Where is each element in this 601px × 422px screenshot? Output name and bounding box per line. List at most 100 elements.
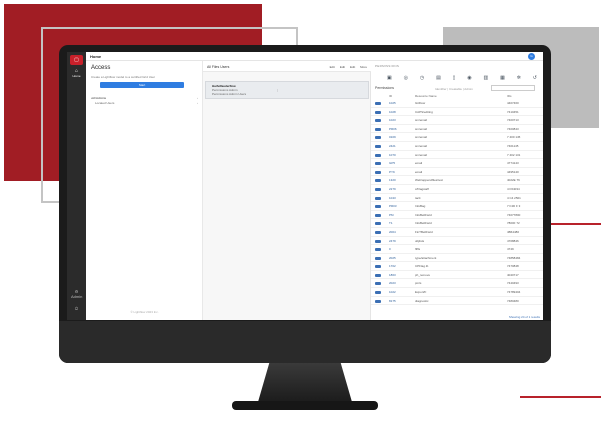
permissions-filter[interactable]: Identifier | Creatable | Admin (435, 87, 473, 91)
column-header[interactable]: ID (389, 94, 392, 98)
permission-icon (375, 273, 381, 277)
rail-home-button[interactable]: ⌂ Home (68, 68, 85, 80)
app-logo-icon[interactable]: ▢ (70, 55, 83, 65)
permission-icon (375, 291, 381, 295)
add-action[interactable]: Edit (330, 65, 335, 69)
row-id: 1043 (389, 195, 396, 200)
row-name: type/attachment (415, 255, 437, 260)
table-row[interactable]: 2421 sm/email 7401145 (371, 142, 543, 151)
column-header[interactable]: IDs (507, 94, 512, 98)
breadcrumb-home[interactable]: Home (90, 54, 101, 59)
table-row[interactable]: 0 filfls 4749 (371, 245, 543, 254)
table-row[interactable]: 2004 FinTBeltField 4B64480 (371, 228, 543, 237)
table-row[interactable]: GP5 email 4774143 (371, 159, 543, 168)
search-input[interactable] (491, 85, 535, 91)
row-id: 2279 (389, 186, 396, 191)
permission-icon (375, 110, 381, 114)
power-icon[interactable]: ⏻ (71, 306, 82, 311)
panel-header: PERMISSIONS (375, 64, 400, 68)
row-id: T1 (389, 221, 393, 226)
table-row[interactable]: 2025 type/attachment 74858484 (371, 254, 543, 263)
table-row[interactable]: 2023 pmls 7440493 (371, 279, 543, 289)
row-id: 1025 (389, 101, 396, 105)
table-row[interactable]: 1863 ph_remove 4040717 (371, 271, 543, 280)
grid-icon[interactable]: ▦ (500, 74, 505, 82)
column-header[interactable]: Resource Name (415, 94, 437, 98)
app-screen: ▢ ⌂ Home ⚙ Admin ⏻ Home G Access Create … (67, 52, 543, 320)
permission-icon (375, 102, 381, 105)
table-row[interactable]: PM InfoBeltField 74077800 (371, 211, 543, 220)
target-icon[interactable]: ◉ (467, 74, 471, 82)
permission-icon (375, 265, 381, 269)
table-row[interactable]: PR03 InfoBag 7 F4D F 3 (371, 202, 543, 211)
comment-icon[interactable]: ▤ (436, 74, 441, 82)
table-row[interactable]: 2479 ubjlists 4708846 (371, 237, 543, 246)
permission-icon (375, 222, 381, 226)
table-row[interactable]: PYK email 4495140 (371, 168, 543, 177)
list-header: All Files Users Edit Edit Edit More (203, 61, 371, 72)
row-value: 4B64480 (507, 229, 520, 234)
row-value: 4407460 (507, 101, 519, 105)
copy-action[interactable]: Edit (350, 65, 355, 69)
table-row[interactable]: 1070 sm/email 7 402 131 (371, 151, 543, 160)
start-button[interactable]: Start (100, 82, 184, 88)
table-row[interactable]: 1702 CPFlag.tb 7470848 (371, 262, 543, 271)
chevron-right-icon[interactable]: › (197, 101, 198, 105)
row-id: 1863 (389, 272, 396, 277)
row-name: Export/F (415, 290, 427, 295)
history-icon[interactable]: ↺ (533, 74, 537, 82)
row-name: sm/email (415, 126, 428, 131)
tree-child-item[interactable]: Located Users (95, 101, 114, 105)
clock-icon[interactable]: ◷ (420, 74, 424, 82)
row-id: 1028 (389, 109, 396, 114)
left-rail: ▢ ⌂ Home ⚙ Admin ⏻ (67, 52, 86, 320)
table-row[interactable]: T1 InfoBeltField 7800F 72 (371, 219, 543, 228)
user-avatar[interactable]: G (528, 53, 535, 60)
edit-action[interactable]: Edit (340, 65, 345, 69)
rail-admin-button[interactable]: ⚙ Admin (71, 289, 82, 299)
permissions-panel: PERMISSIONS ▣ ◎ ◷ ▤ ▯ ◉ ▥ ▦ ✲ ↺ Permissi… (371, 61, 543, 320)
kebab-menu-icon[interactable]: ⋮ (276, 88, 279, 92)
table-row[interactable]: 8175 diagnostic 7480480 (371, 297, 543, 306)
list-item-selected[interactable]: Harfelfauderflow Permissions Admin Permi… (205, 81, 369, 99)
chevron-right-icon[interactable]: › (197, 96, 198, 100)
table-row[interactable]: 2279 c/Flagstaff 4 F64034 (371, 185, 543, 194)
file-icon[interactable]: ▥ (484, 74, 489, 82)
table-row[interactable]: 1022 Export/F 74789404 (371, 288, 543, 297)
row-name: c/Flagstaff (415, 186, 429, 191)
permission-icon (375, 153, 381, 157)
row-id: PR06 (389, 126, 397, 131)
table-row[interactable]: 1025 GitFlow 4407460 (371, 99, 543, 108)
table-row[interactable]: 1028 CAPS/editing 7410451 (371, 108, 543, 117)
decorative-red-line (520, 396, 601, 398)
row-name: InfoBeltField (415, 221, 432, 226)
more-action[interactable]: More (360, 65, 367, 69)
permission-icon (375, 162, 381, 166)
row-name: CPFlag.tb (415, 264, 429, 269)
table-row[interactable]: PR06 sm/email 7400843 (371, 125, 543, 134)
table-row[interactable]: 0109 sm/email 7 400 145 (371, 133, 543, 142)
document-icon[interactable]: ▯ (453, 74, 456, 82)
row-name: sm/email (415, 118, 428, 123)
row-value: 74789404 (507, 290, 521, 295)
list-actions: Edit Edit Edit More (330, 65, 367, 69)
results-link[interactable]: Showing 24 of 1 results (509, 315, 540, 319)
row-value: 7440493 (507, 281, 519, 286)
row-name: tacit (415, 195, 421, 200)
settings-icon[interactable]: ✲ (517, 74, 521, 82)
row-name: Web/appendfiles/text (415, 178, 443, 183)
table-row[interactable]: 1043 tacit 4 C4 2501 (371, 194, 543, 203)
save-icon[interactable]: ▣ (387, 74, 392, 82)
monitor-stand-base (232, 401, 378, 410)
table-row[interactable]: 1320 Web/appendfiles/text 4022E 76 (371, 176, 543, 185)
permission-icon (375, 179, 381, 183)
tree-root-item[interactable]: •All Admins (91, 96, 106, 100)
permission-icon (375, 196, 381, 200)
table-row[interactable]: 1023 sm/email 7400713 (371, 116, 543, 125)
refresh-icon[interactable]: ◎ (404, 74, 408, 82)
monitor-chin (59, 321, 551, 363)
permissions-table: 1025 GitFlow 4407460 1028 CAPS/editing 741045… (371, 99, 543, 306)
row-value: 4040717 (507, 272, 519, 277)
permissions-title: Permissions (375, 86, 395, 90)
top-bar: Home G (86, 52, 543, 61)
